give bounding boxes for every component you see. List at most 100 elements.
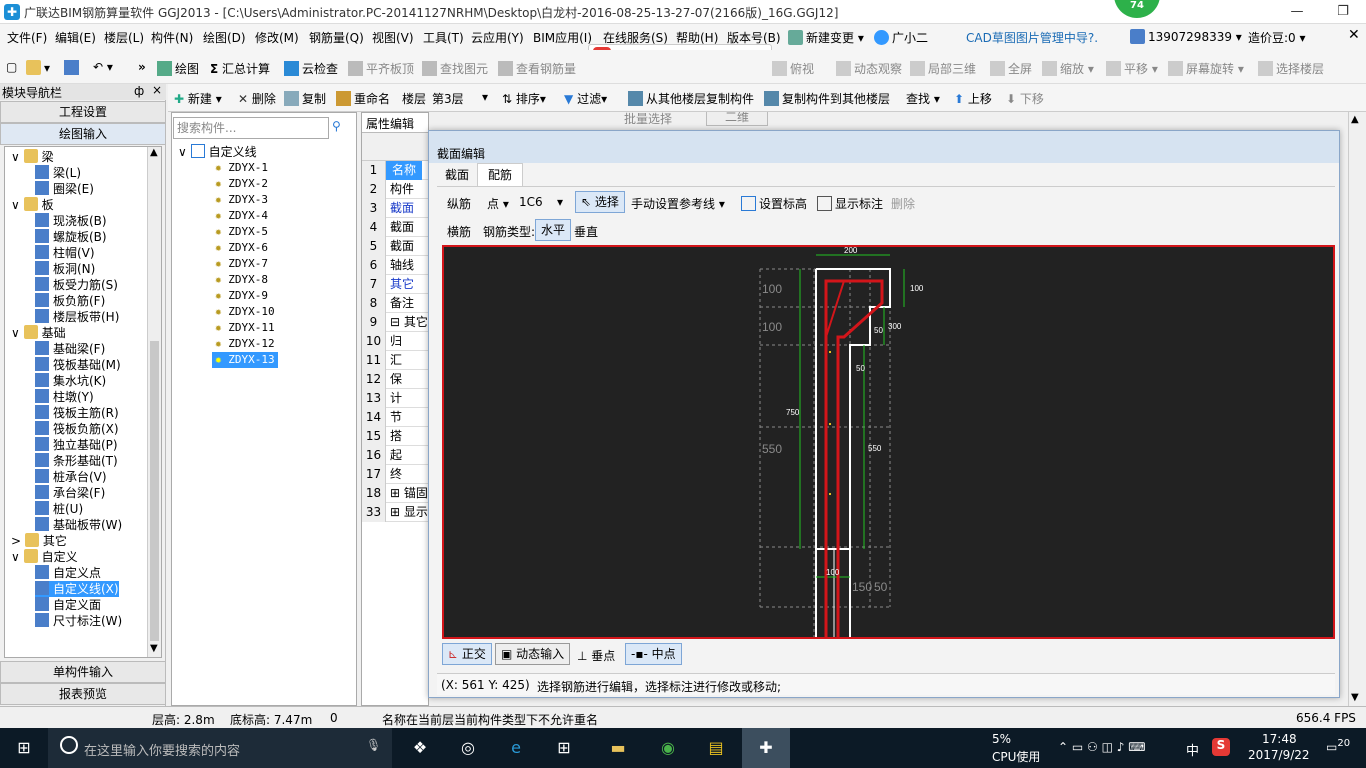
dim-label-750[interactable]: 750 <box>786 408 800 417</box>
fullscreen-button[interactable]: 全屏 <box>990 60 1032 77</box>
nav-item[interactable]: 桩(U) <box>35 501 83 517</box>
windows-start-icon[interactable]: ⊞ <box>0 728 48 768</box>
nav-item[interactable]: 承台梁(F) <box>35 485 105 501</box>
property-row[interactable]: 11 汇 <box>362 351 428 370</box>
nav-item[interactable]: 筏板负筋(X) <box>35 421 119 437</box>
open-icon[interactable]: ▾ <box>26 60 50 75</box>
move-up-button[interactable]: ⬆ 上移 <box>954 90 992 107</box>
single-input-button[interactable]: 单构件输入 <box>0 661 166 683</box>
draw-input-button[interactable]: 绘图输入 <box>0 123 166 145</box>
new-component-button[interactable]: ✚ 新建 ▾ <box>174 90 222 107</box>
property-row[interactable]: 9 ⊟ 其它 <box>362 313 428 332</box>
report-preview-button[interactable]: 报表预览 <box>0 683 166 705</box>
property-row[interactable]: 7 其它 <box>362 275 428 294</box>
show-dim-button[interactable]: 显示标注 <box>817 195 883 212</box>
dim-label-right-550[interactable]: 550 <box>868 444 882 453</box>
rebar-diagonal[interactable] <box>825 280 845 338</box>
notes-icon[interactable]: ▤ <box>692 728 740 768</box>
zoom-button[interactable]: 缩放 ▾ <box>1042 60 1094 77</box>
property-row[interactable]: 18 ⊞ 锚固 <box>362 484 428 503</box>
component-item[interactable]: ✹ ZDYX-2 <box>212 176 271 192</box>
scroll-up-icon[interactable]: ▲ <box>150 147 158 158</box>
nav-scrollbar[interactable]: ▲ ▼ <box>147 147 161 657</box>
cloud-check-button[interactable]: 云检查 <box>284 60 338 77</box>
property-row[interactable]: 13 计 <box>362 389 428 408</box>
property-row[interactable]: 10 归 <box>362 332 428 351</box>
nav-item[interactable]: 板负筋(F) <box>35 293 105 309</box>
dim-label-right-100[interactable]: 100 <box>910 284 924 293</box>
component-item[interactable]: ✹ ZDYX-8 <box>212 272 271 288</box>
nav-item[interactable]: 螺旋板(B) <box>35 229 107 245</box>
property-row[interactable]: 8 备注 <box>362 294 428 313</box>
notification-icon[interactable]: ▭20 <box>1326 738 1350 754</box>
menu-file[interactable]: 文件(F) <box>7 29 47 46</box>
point-mode-select[interactable]: 点 ▾ <box>487 195 509 212</box>
component-item[interactable]: ✹ ZDYX-3 <box>212 192 271 208</box>
nav-item[interactable]: 自定义面 <box>35 597 101 613</box>
property-row[interactable]: 4 截面 <box>362 218 428 237</box>
store-icon[interactable]: ⊞ <box>540 728 588 768</box>
horizontal-button[interactable]: 水平 <box>535 219 572 241</box>
rename-button[interactable]: 重命名 <box>336 90 390 107</box>
top-view-button[interactable]: 俯视 <box>772 60 814 77</box>
sort-button[interactable]: ⇅ 排序▾ <box>502 90 546 107</box>
nav-item[interactable]: 板洞(N) <box>35 261 95 277</box>
local-3d-button[interactable]: 局部三维 <box>910 60 976 77</box>
menu-bim[interactable]: BIM应用(I) <box>533 29 592 46</box>
flat-top-button[interactable]: 平齐板顶 <box>348 60 414 77</box>
nav-folder[interactable]: ∨ 梁 <box>11 149 54 165</box>
nav-tree[interactable]: ∨ 梁梁(L) 圈梁(E) ∨ 板现浇板(B) 螺旋板(B) 柱帽(V) 板洞(N) 板受力… <box>4 146 162 658</box>
expand-toggle-icon[interactable]: ∨ <box>11 326 24 340</box>
property-row[interactable]: 3 截面 <box>362 199 428 218</box>
nav-scroll-thumb[interactable] <box>150 341 159 641</box>
nav-item[interactable]: 板受力筋(S) <box>35 277 118 293</box>
expand-toggle-icon[interactable]: ∨ <box>11 198 24 212</box>
tray-icons[interactable]: ⌃ ▭ ⚇ ◫ ♪ ⌨ <box>1058 740 1146 754</box>
nav-item[interactable]: 筏板基础(M) <box>35 357 121 373</box>
scroll-down-icon[interactable]: ▼ <box>150 643 158 654</box>
expand-toggle-icon[interactable]: ∨ <box>11 550 24 564</box>
view-rebar-button[interactable]: 查看钢筋量 <box>498 60 576 77</box>
dynamic-input-button[interactable]: ▣ 动态输入 <box>495 643 571 665</box>
dim-label-50b[interactable]: 50 <box>856 364 865 373</box>
property-row[interactable]: 17 终 <box>362 465 428 484</box>
nav-item[interactable]: 筏板主筋(R) <box>35 405 119 421</box>
clock-date[interactable]: 2017/9/22 <box>1248 748 1310 762</box>
task-view-icon[interactable]: ❖ <box>396 728 444 768</box>
component-item[interactable]: ✹ ZDYX-10 <box>212 304 278 320</box>
score-badge[interactable]: 74 <box>1114 0 1160 18</box>
edge-icon[interactable]: e <box>492 728 540 768</box>
vertical-button[interactable]: 垂直 <box>574 223 598 240</box>
component-item[interactable]: ✹ ZDYX-1 <box>212 160 271 176</box>
dim-label-top-width[interactable]: 200 <box>844 246 858 255</box>
bar-spec-select[interactable]: 1C6 ▾ <box>519 195 567 209</box>
nav-item[interactable]: 条形基础(T) <box>35 453 118 469</box>
filter-button[interactable]: ▼ 过滤▾ <box>564 90 607 107</box>
component-tree-root[interactable]: ∨ 自定义线 <box>178 144 257 160</box>
dim-label-right-300[interactable]: 300 <box>888 322 902 331</box>
manual-ref-line-button[interactable]: 手动设置参考线 ▾ <box>631 195 725 212</box>
property-row[interactable]: 15 搭 <box>362 427 428 446</box>
more-icon[interactable]: » <box>138 60 146 74</box>
taskbar-search[interactable]: 在这里输入你要搜索的内容 🎙 <box>48 728 392 768</box>
dim-label-bottom-100[interactable]: 100 <box>826 568 840 577</box>
menu-rebar-qty[interactable]: 钢筋量(Q) <box>309 29 364 46</box>
menu-component[interactable]: 构件(N) <box>151 29 193 46</box>
screen-rotate-button[interactable]: 屏幕旋转 ▾ <box>1168 60 1244 77</box>
draw-button[interactable]: 绘图 <box>157 60 199 77</box>
menu-floor[interactable]: 楼层(L) <box>104 29 144 46</box>
property-row[interactable]: 6 轴线 <box>362 256 428 275</box>
copy-to-floor-button[interactable]: 复制构件到其他楼层 <box>764 90 890 107</box>
nav-folder[interactable]: ∨ 自定义 <box>11 549 78 565</box>
nav-item[interactable]: 尺寸标注(W) <box>35 613 122 629</box>
sum-button[interactable]: Σ 汇总计算 <box>210 60 270 77</box>
menu-cad-manager[interactable]: CAD草图图片管理中导?. <box>966 29 1098 46</box>
midpoint-button[interactable]: -▪- 中点 <box>625 643 682 665</box>
select-tool-button[interactable]: ⇖ 选择 <box>575 191 625 213</box>
account-menu[interactable]: 13907298339 ▾ <box>1130 29 1242 44</box>
undo-icon[interactable]: ↶ ▾ <box>93 60 113 74</box>
menu-assistant[interactable]: 广小二 <box>874 29 928 46</box>
menu-close-icon[interactable]: ✕ <box>1348 27 1360 43</box>
property-row[interactable]: 33 ⊞ 显示 <box>362 503 428 522</box>
nav-item[interactable]: 集水坑(K) <box>35 373 106 389</box>
